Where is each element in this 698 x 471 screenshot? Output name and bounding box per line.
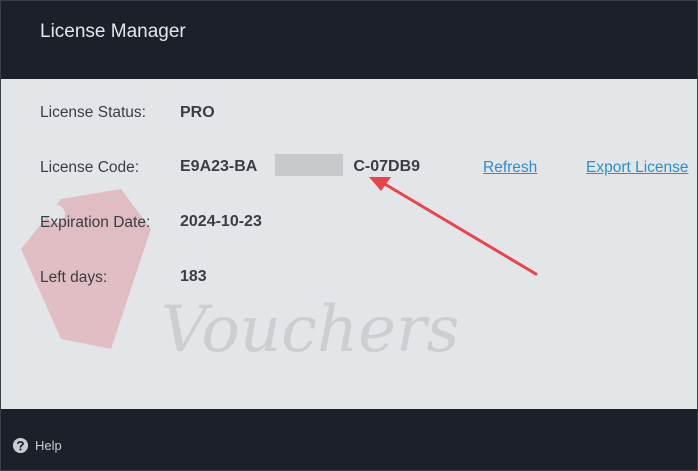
window-title: License Manager — [40, 21, 186, 42]
license-status-value: PRO — [180, 104, 215, 121]
left-days-label: Left days: — [40, 269, 108, 286]
window-header: License Manager — [1, 1, 697, 79]
arrow-shaft — [381, 181, 538, 276]
watermark-logo: Any Vouchers — [21, 186, 459, 367]
expiration-date-label: Expiration Date: — [40, 214, 151, 231]
left-days-value: 183 — [180, 268, 207, 285]
license-status-label: License Status: — [40, 104, 146, 121]
annotation-arrow — [369, 177, 538, 276]
expiration-date-value: 2024-10-23 — [180, 213, 262, 230]
redaction-block — [275, 154, 343, 176]
arrow-head — [369, 177, 391, 191]
license-manager-window: License Manager Any Vouchers License Sta… — [0, 0, 698, 471]
help-label: Help — [35, 438, 62, 453]
refresh-link[interactable]: Refresh — [483, 159, 537, 177]
license-details-panel: Any Vouchers License Status: PRO License… — [1, 79, 697, 409]
watermark-text-main: Vouchers — [161, 293, 459, 367]
help-icon — [12, 437, 29, 454]
window-footer: Help — [1, 409, 697, 470]
export-license-link[interactable]: Export License — [586, 159, 689, 177]
license-code-label: License Code: — [40, 159, 140, 176]
help-button[interactable]: Help — [12, 437, 62, 454]
